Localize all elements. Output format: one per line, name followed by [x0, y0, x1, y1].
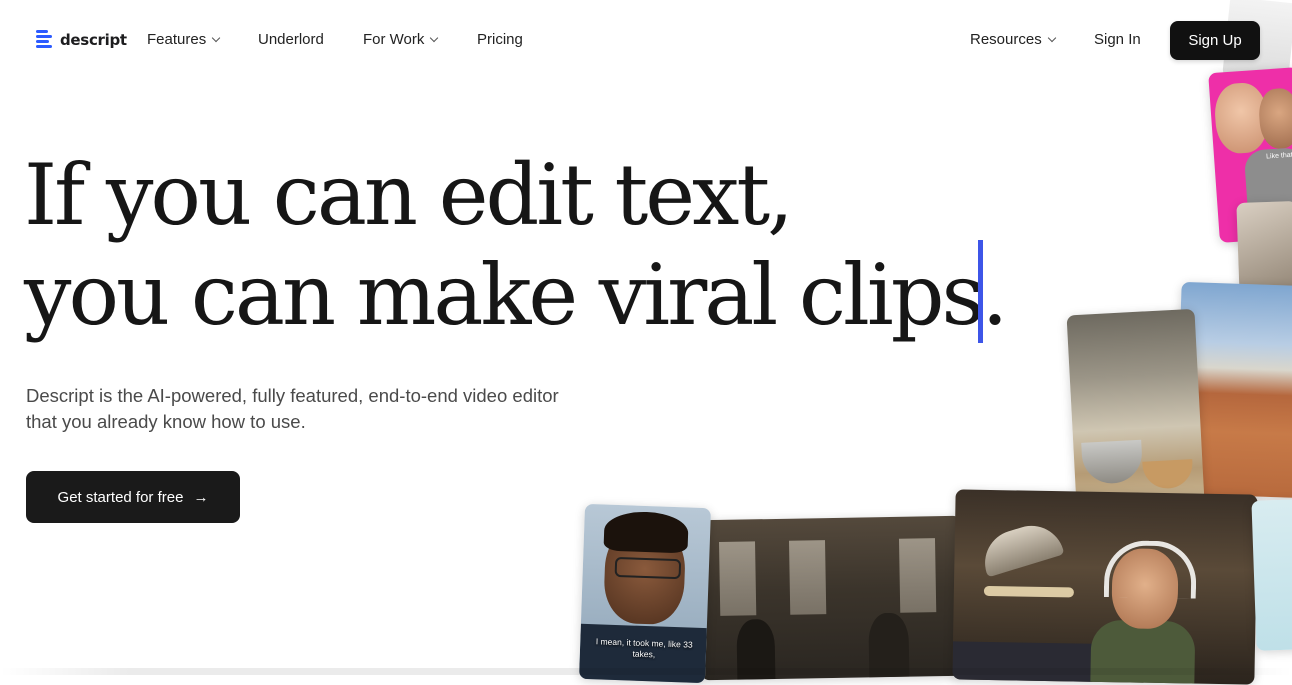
nav-pricing[interactable]: Pricing	[477, 31, 523, 48]
hero-subtext: Descript is the AI-powered, fully featur…	[26, 383, 626, 435]
nav-resources[interactable]: Resources	[970, 31, 1056, 48]
top-navigation: descript Features Underlord For Work Pri…	[0, 0, 1292, 80]
thumbnail-man-talking: I mean, it took me, like 33 takes,	[578, 503, 712, 684]
sign-up-button[interactable]: Sign Up	[1170, 21, 1260, 60]
hero-headline-line-2: you can make viral clips.	[24, 246, 1008, 344]
hero-subtext-line-1: Descript is the AI-powered, fully featur…	[26, 385, 559, 406]
hero-headline-line-1: If you can edit text,	[24, 146, 794, 244]
nav-resources-label: Resources	[970, 31, 1042, 48]
descript-logo-icon	[36, 29, 54, 51]
nav-features[interactable]: Features	[147, 31, 221, 48]
thumbnail-woman-headphones	[952, 489, 1258, 685]
sign-in-label: Sign In	[1094, 31, 1141, 48]
nav-underlord-label: Underlord	[258, 31, 324, 48]
chevron-down-icon	[211, 33, 221, 42]
nav-features-label: Features	[147, 31, 207, 48]
arrow-right-icon: →	[193, 488, 209, 506]
hero-subtext-line-2: that you already know how to use.	[26, 411, 306, 432]
hero-headline: If you can edit text, you can make viral…	[24, 145, 1008, 345]
get-started-button[interactable]: Get started for free →	[26, 471, 240, 523]
logo-wordmark: descript	[60, 31, 127, 49]
text-cursor-caret	[978, 240, 983, 343]
nav-for-work-label: For Work	[363, 31, 425, 48]
nav-pricing-label: Pricing	[477, 31, 523, 48]
chevron-down-icon	[430, 33, 439, 42]
get-started-label: Get started for free	[57, 488, 184, 506]
bottom-edge-shadow	[0, 668, 1292, 675]
thumbnail-right-edge	[1251, 499, 1292, 651]
nav-underlord[interactable]: Underlord	[258, 31, 324, 48]
sign-in-link[interactable]: Sign In	[1094, 31, 1141, 48]
descript-logo[interactable]: descript	[36, 29, 127, 51]
chevron-down-icon	[1047, 33, 1056, 42]
thumbnail-podcast-studio	[698, 515, 964, 681]
thumbnail-caption: I mean, it took me, like 33 takes,	[595, 636, 693, 660]
nav-for-work[interactable]: For Work	[363, 31, 439, 48]
